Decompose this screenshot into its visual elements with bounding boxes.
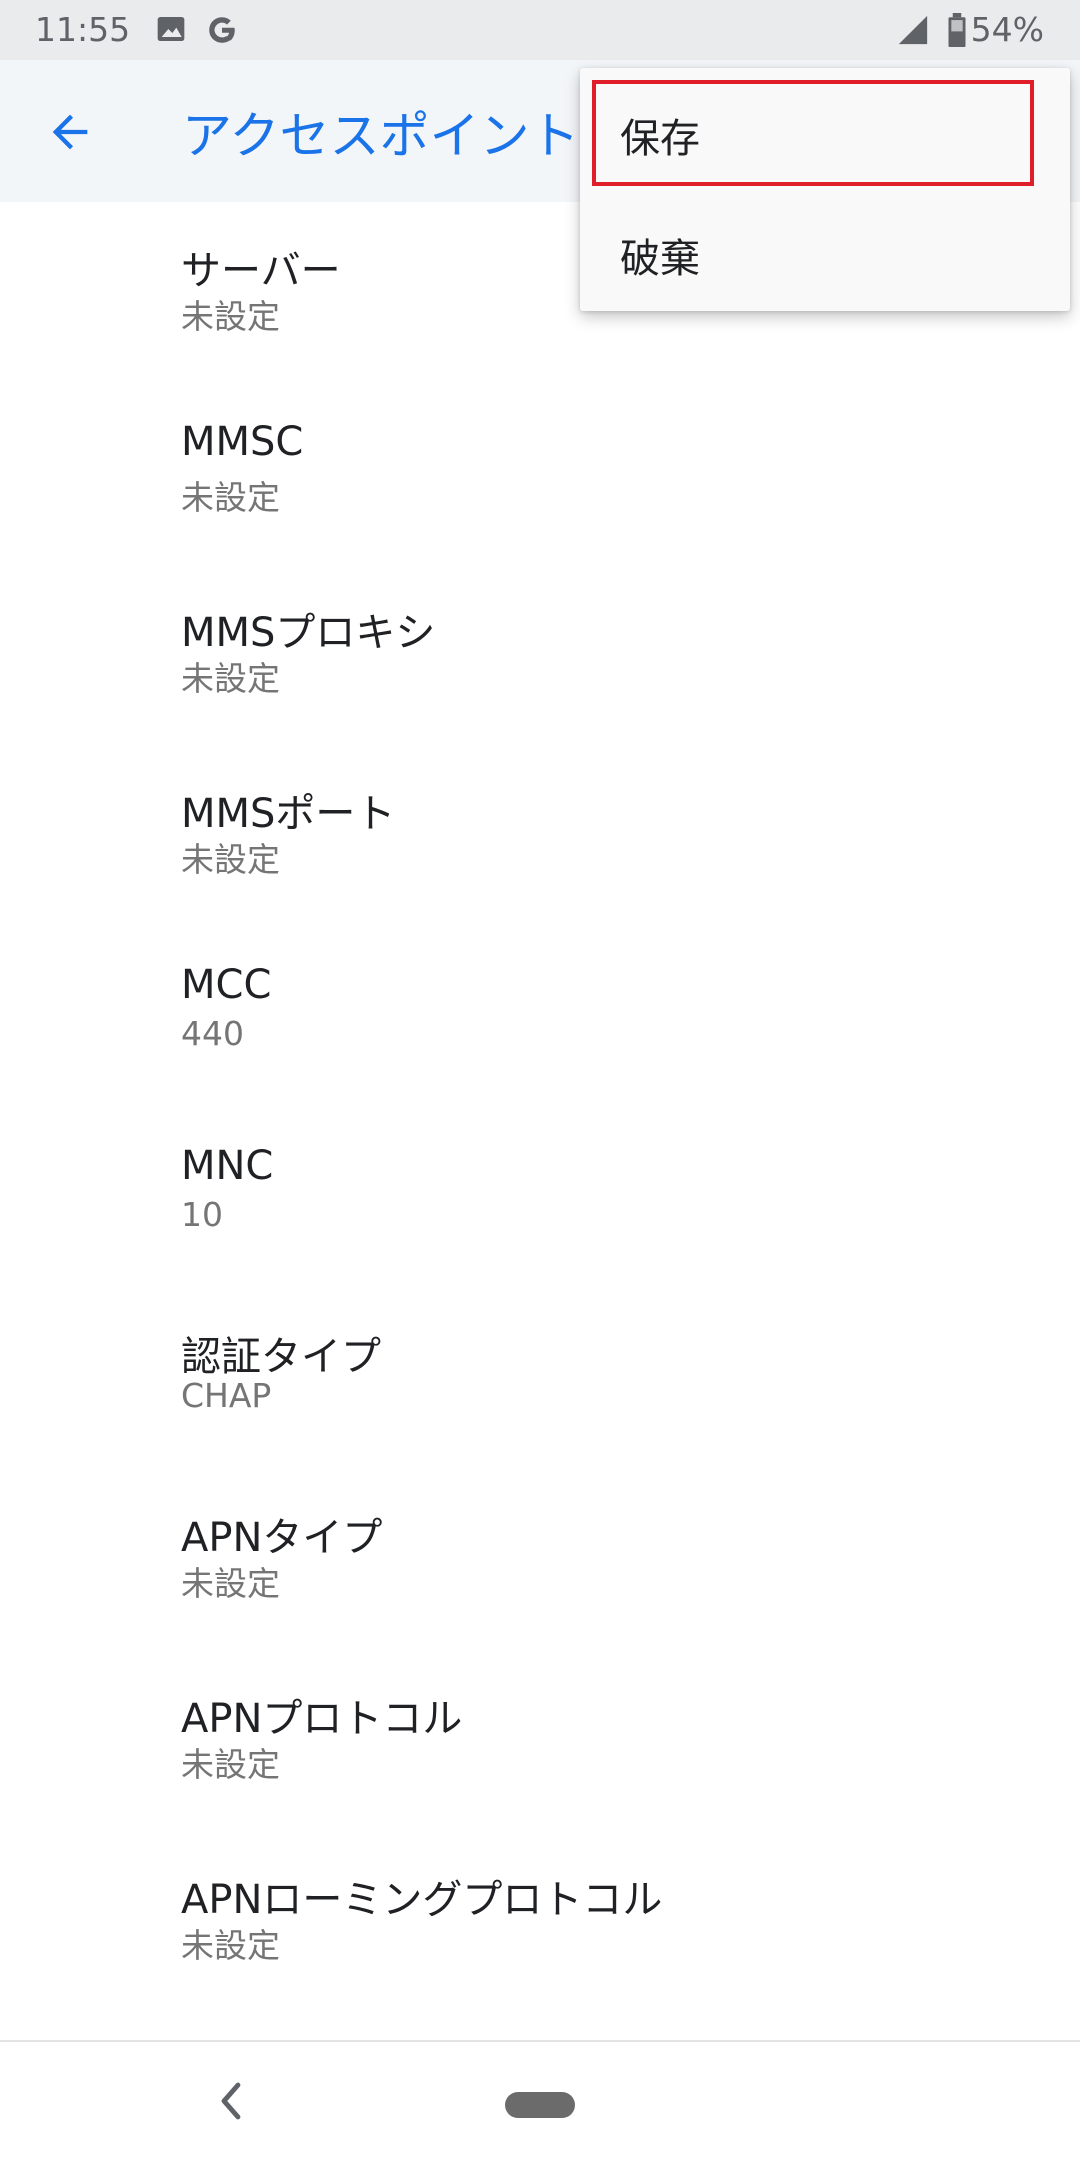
image-icon (155, 13, 187, 49)
setting-title: MMSポート (181, 791, 396, 837)
setting-mms-proxy[interactable]: MMSプロキシ 未設定 (0, 564, 1080, 745)
setting-auth-type[interactable]: 認証タイプ CHAP (0, 1288, 1080, 1469)
setting-apn-protocol[interactable]: APNプロトコル 未設定 (0, 1650, 1080, 1831)
menu-label-discard: 破棄 (620, 236, 700, 282)
setting-value: 未設定 (181, 659, 280, 698)
google-icon (205, 13, 239, 51)
setting-title: 認証タイプ (181, 1334, 381, 1380)
setting-value: 10 (181, 1195, 223, 1234)
menu-item-save[interactable]: 保存 (580, 68, 1070, 188)
setting-title: MMSC (181, 419, 304, 465)
settings-list: サーバー 未設定 MMSC 未設定 MMSプロキシ 未設定 MMSポート 未設定… (0, 202, 1080, 2012)
nav-bar (0, 2040, 1080, 2160)
setting-value: 未設定 (181, 1745, 280, 1784)
signal-icon (896, 13, 930, 51)
setting-title: サーバー (181, 248, 341, 294)
setting-title: MCC (181, 962, 272, 1008)
nav-back-icon[interactable] (216, 2079, 248, 2127)
setting-title: APNローミングプロトコル (181, 1877, 663, 1923)
setting-mmsc[interactable]: MMSC 未設定 (0, 383, 1080, 564)
back-button[interactable] (30, 92, 110, 172)
setting-mcc[interactable]: MCC 440 (0, 926, 1080, 1107)
arrow-back-icon (52, 114, 88, 150)
setting-value: 未設定 (181, 478, 280, 517)
status-time: 11:55 (35, 10, 131, 49)
menu-label-save: 保存 (620, 116, 700, 162)
setting-value: 未設定 (181, 840, 280, 879)
setting-value: 未設定 (181, 1564, 280, 1603)
setting-apn-roaming-protocol[interactable]: APNローミングプロトコル 未設定 (0, 1831, 1080, 2012)
status-bar: 11:55 54% (0, 0, 1080, 60)
setting-apn-type[interactable]: APNタイプ 未設定 (0, 1469, 1080, 1650)
setting-mnc[interactable]: MNC 10 (0, 1107, 1080, 1288)
screen: 11:55 54% アクセスポイント サーバー 未設定 MMSC 未設定 MMS… (0, 0, 1080, 2160)
battery-percent: 54% (970, 10, 1044, 49)
setting-value: 未設定 (181, 297, 280, 336)
setting-value: 未設定 (181, 1926, 280, 1965)
setting-value: CHAP (181, 1376, 272, 1415)
page-title: アクセスポイント (182, 107, 580, 165)
menu-item-discard[interactable]: 破棄 (580, 188, 1070, 308)
setting-title: MNC (181, 1143, 274, 1189)
setting-mms-port[interactable]: MMSポート 未設定 (0, 745, 1080, 926)
home-pill-icon[interactable] (505, 2092, 575, 2118)
setting-title: APNタイプ (181, 1515, 383, 1561)
setting-title: APNプロトコル (181, 1696, 463, 1742)
setting-value: 440 (181, 1014, 244, 1053)
battery-icon (946, 13, 968, 51)
setting-title: MMSプロキシ (181, 610, 436, 656)
overflow-menu: 保存 破棄 (580, 68, 1070, 311)
